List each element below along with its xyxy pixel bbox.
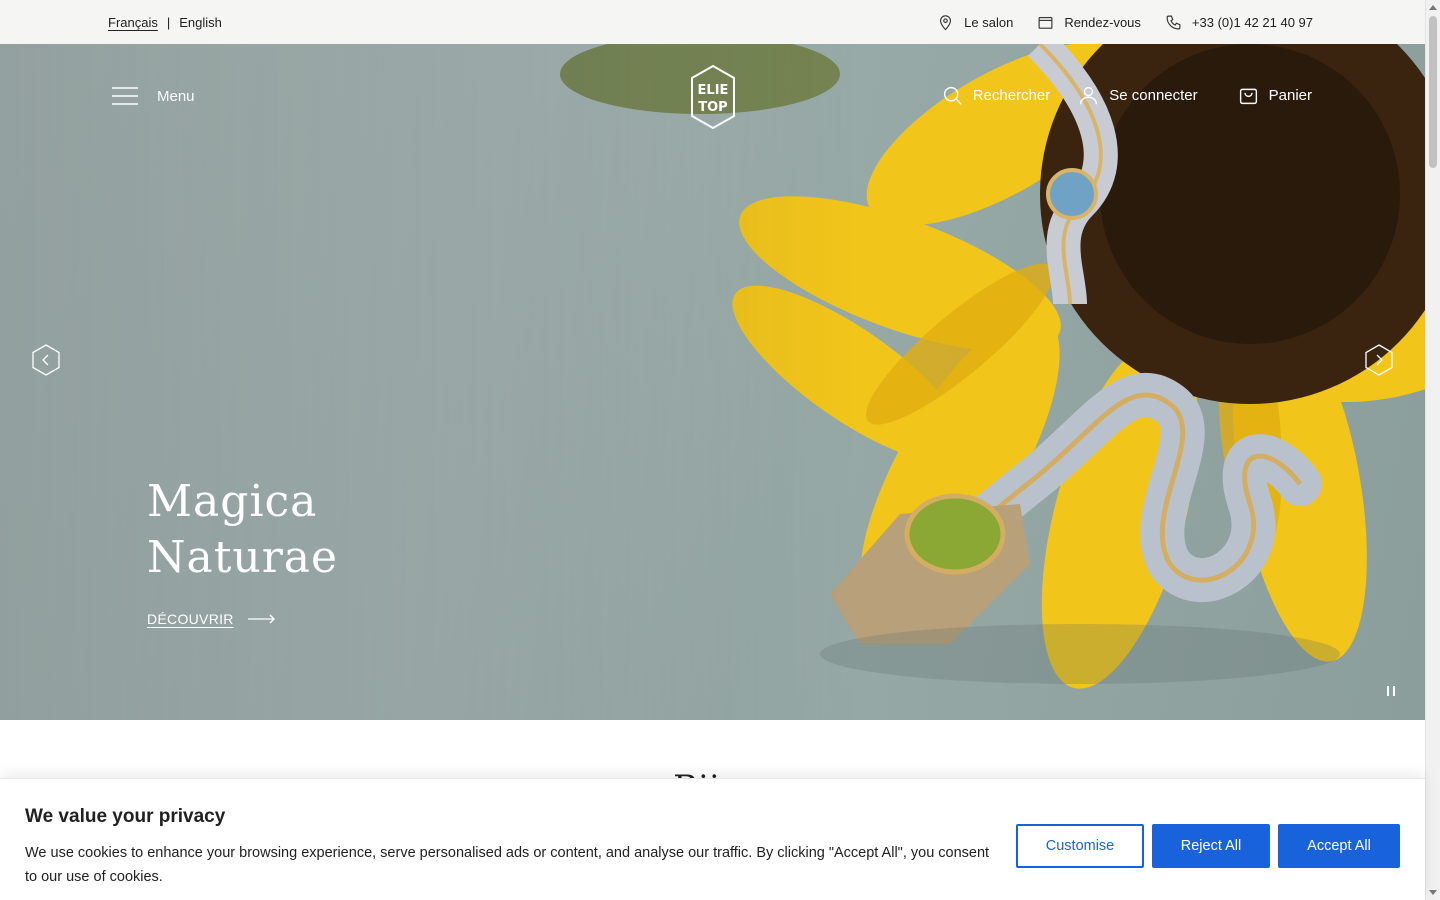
hero-title-line2: Naturae — [147, 532, 339, 583]
salon-link[interactable]: Le salon — [937, 14, 1013, 31]
chevron-right-icon — [1376, 354, 1383, 366]
language-french-link[interactable]: Français — [108, 15, 158, 30]
utility-links: Le salon Rendez-vous +33 (0)1 42 21 40 9… — [937, 14, 1313, 31]
phone-icon — [1166, 15, 1181, 29]
menu-button[interactable]: Menu — [112, 86, 195, 106]
language-english-link[interactable]: English — [179, 15, 222, 30]
header-actions: Rechercher Se connecter Panier — [942, 85, 1312, 106]
arrow-right-icon — [247, 614, 275, 624]
scroll-down-arrow[interactable] — [1429, 890, 1437, 895]
hero-title-line1: Magica — [147, 476, 318, 527]
login-label: Se connecter — [1109, 87, 1198, 104]
language-separator: | — [166, 14, 171, 30]
search-label: Rechercher — [972, 87, 1051, 104]
language-switcher: Français | English — [108, 15, 222, 30]
appointment-link-label: Rendez-vous — [1064, 14, 1141, 30]
accept-all-button[interactable]: Accept All — [1278, 824, 1400, 868]
hamburger-icon — [112, 87, 138, 105]
shopping-bag-icon — [1239, 88, 1257, 105]
chevron-left-icon — [42, 354, 49, 366]
discover-label: DÉCOUVRIR — [147, 611, 234, 627]
elie-top-logo: ELIE TOP — [691, 64, 735, 130]
page-scrollbar[interactable] — [1425, 0, 1440, 900]
appointment-link[interactable]: Rendez-vous — [1037, 14, 1141, 31]
hero-slider: Menu ELIE TOP Rechercher Se connecter Pa… — [0, 44, 1425, 720]
menu-label: Menu — [157, 87, 195, 105]
hero-title: Magica Naturae — [147, 474, 567, 586]
top-utility-bar: Français | English Le salon Rendez-vous … — [0, 0, 1425, 44]
cart-button[interactable]: Panier — [1238, 85, 1312, 106]
next-slide-button[interactable] — [1365, 344, 1393, 376]
user-icon — [1080, 86, 1098, 105]
main-header: Menu ELIE TOP Rechercher Se connecter Pa… — [0, 44, 1425, 150]
logo-text-bottom: TOP — [698, 100, 727, 115]
customise-button[interactable]: Customise — [1016, 824, 1144, 868]
search-button[interactable]: Rechercher — [942, 85, 1051, 106]
discover-link[interactable]: DÉCOUVRIR — [147, 611, 276, 627]
phone-link[interactable]: +33 (0)1 42 21 40 97 — [1165, 14, 1313, 31]
scroll-up-arrow[interactable] — [1429, 5, 1437, 10]
cookie-banner-text: We use cookies to enhance your browsing … — [25, 845, 990, 885]
map-pin-icon — [940, 14, 952, 30]
previous-slide-button[interactable] — [32, 344, 60, 376]
scrollbar-thumb[interactable] — [1429, 16, 1437, 168]
phone-link-label: +33 (0)1 42 21 40 97 — [1191, 14, 1313, 30]
cookie-consent-banner: We value your privacy We use cookies to … — [0, 778, 1425, 900]
cookie-banner-title: We value your privacy — [25, 806, 226, 827]
reject-all-button[interactable]: Reject All — [1152, 824, 1270, 868]
salon-link-label: Le salon — [964, 14, 1014, 30]
login-button[interactable]: Se connecter — [1078, 85, 1198, 106]
calendar-icon — [1038, 16, 1053, 29]
pause-icon — [1387, 686, 1389, 696]
cart-label: Panier — [1268, 87, 1312, 104]
search-icon — [943, 86, 962, 105]
pause-slider-button[interactable] — [1386, 685, 1396, 697]
logo-text-top: ELIE — [698, 83, 729, 98]
